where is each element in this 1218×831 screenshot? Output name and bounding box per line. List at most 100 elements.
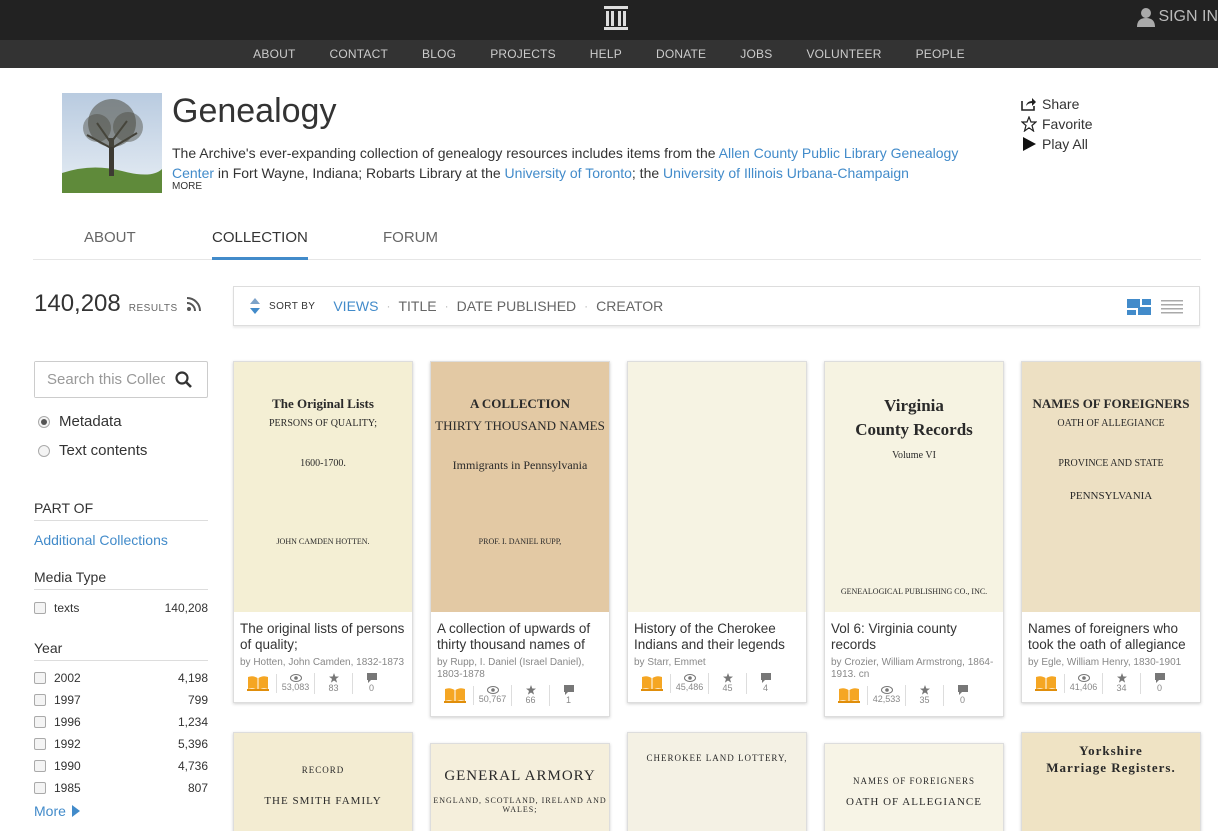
item-title[interactable]: History of the Cherokee Indians and thei… <box>628 612 806 654</box>
item-card[interactable]: The Original Lists PERSONS OF QUALITY; 160… <box>233 361 413 703</box>
nav-jobs[interactable]: JOBS <box>723 40 789 68</box>
collection-thumbnail <box>62 93 162 193</box>
item-creator: by Egle, William Henry, 1830-1901 <box>1028 657 1182 668</box>
item-cover-image[interactable]: The Original Lists PERSONS OF QUALITY; 160… <box>234 362 412 612</box>
facet-checkbox[interactable] <box>34 760 46 772</box>
facet-checkbox[interactable] <box>34 602 46 614</box>
share-label: Share <box>1042 96 1080 112</box>
radio-indicator[interactable] <box>38 444 50 457</box>
item-title[interactable]: Names of foreigners who took the oath of… <box>1022 612 1200 654</box>
more-years-link[interactable]: More <box>34 803 80 819</box>
nav-projects[interactable]: PROJECTS <box>473 40 573 68</box>
facet-checkbox[interactable] <box>34 672 46 684</box>
facet-checkbox[interactable] <box>34 738 46 750</box>
favorite-label: Favorite <box>1042 116 1093 132</box>
metadata-radio[interactable]: Metadata <box>38 413 122 430</box>
play-all-button[interactable]: Play All <box>1021 134 1093 154</box>
tab-about[interactable]: ABOUT <box>84 229 136 257</box>
facet-row[interactable]: 1990 4,736 <box>34 757 208 775</box>
item-card[interactable]: RECORD THE SMITH FAMILY <box>233 732 413 831</box>
metadata-radio-label: Metadata <box>59 413 122 430</box>
facet-row[interactable]: 1992 5,396 <box>34 735 208 753</box>
nav-blog[interactable]: BLOG <box>405 40 473 68</box>
item-cover-image[interactable] <box>628 362 806 612</box>
cover-text: PERSONS OF QUALITY; <box>269 418 377 429</box>
mediatype-texts-icon <box>634 675 670 691</box>
sort-views[interactable]: VIEWS <box>333 298 378 314</box>
item-cover-image[interactable]: Yorkshire Marriage Registers. <box>1022 733 1200 831</box>
sort-direction-icon[interactable] <box>249 297 261 315</box>
share-button[interactable]: Share <box>1021 94 1093 114</box>
sign-in-label: SIGN IN <box>1158 8 1218 25</box>
additional-collections-link[interactable]: Additional Collections <box>34 532 168 548</box>
item-cover-image[interactable]: CHEROKEE LAND LOTTERY, <box>628 733 806 831</box>
comment-icon <box>944 684 981 695</box>
facet-row[interactable]: 2002 4,198 <box>34 669 208 687</box>
item-title[interactable]: A collection of upwards of thirty thousa… <box>431 612 609 654</box>
sign-in-button[interactable]: SIGN IN <box>1136 7 1218 27</box>
nav-donate[interactable]: DONATE <box>639 40 723 68</box>
item-cover-image[interactable]: RECORD THE SMITH FAMILY <box>234 733 412 831</box>
nav-contact[interactable]: CONTACT <box>313 40 406 68</box>
item-card[interactable]: A COLLECTION THIRTY THOUSAND NAMES Immigra… <box>430 361 610 717</box>
item-card[interactable]: Yorkshire Marriage Registers. <box>1021 732 1201 831</box>
search-input[interactable] <box>35 362 165 397</box>
cover-text: 1600-1700. <box>300 458 346 469</box>
sort-date-published[interactable]: DATE PUBLISHED <box>457 298 577 314</box>
item-title[interactable]: Vol 6: Virginia county records <box>825 612 1003 654</box>
eye-icon <box>277 673 314 682</box>
item-card[interactable]: CHEROKEE LAND LOTTERY, <box>627 732 807 831</box>
rss-icon[interactable] <box>186 296 202 317</box>
illinois-link[interactable]: University of Illinois Urbana-Champaign <box>663 165 909 181</box>
collection-search <box>34 361 208 398</box>
item-stats: 41,406 34 0 <box>1022 670 1200 700</box>
toronto-link[interactable]: University of Toronto <box>505 165 632 181</box>
facet-row[interactable]: 1996 1,234 <box>34 713 208 731</box>
sort-creator[interactable]: CREATOR <box>596 298 663 314</box>
results-label: RESULTS <box>128 303 178 314</box>
favorite-button[interactable]: Favorite <box>1021 114 1093 134</box>
archive-logo-icon[interactable] <box>601 3 631 33</box>
search-icon[interactable] <box>175 371 193 389</box>
views-count: 45,486 <box>675 681 704 692</box>
tab-collection[interactable]: COLLECTION <box>212 229 308 260</box>
nav-people[interactable]: PEOPLE <box>899 40 982 68</box>
item-cover-image[interactable]: GENERAL ARMORY ENGLAND, SCOTLAND, IRELAND… <box>431 744 609 831</box>
text-contents-radio[interactable]: Text contents <box>38 442 147 459</box>
item-cover-image[interactable]: NAMES OF FOREIGNERS OATH OF ALLEGIANCE PRO… <box>1022 362 1200 612</box>
item-stats: 42,533 35 0 <box>825 682 1003 712</box>
tab-forum[interactable]: FORUM <box>383 229 438 257</box>
reviews-count: 1 <box>565 694 571 705</box>
list-view-icon[interactable] <box>1161 299 1183 315</box>
facet-row[interactable]: 1997 799 <box>34 691 208 709</box>
item-card[interactable]: GENERAL ARMORY ENGLAND, SCOTLAND, IRELAND… <box>430 743 610 831</box>
facet-checkbox[interactable] <box>34 716 46 728</box>
favorites-stat: 45 <box>708 672 746 694</box>
item-card[interactable]: Virginia County Records Volume VI GENEALOGI… <box>824 361 1004 717</box>
item-card[interactable]: NAMES OF FOREIGNERS OATH OF ALLEGIANCE <box>824 743 1004 831</box>
sort-title[interactable]: TITLE <box>398 298 436 314</box>
mediatype-texts-icon <box>831 687 867 703</box>
nav-help[interactable]: HELP <box>573 40 639 68</box>
facet-row[interactable]: 1985 807 <box>34 779 208 797</box>
eye-icon <box>671 673 708 682</box>
item-card[interactable]: History of the Cherokee Indians and thei… <box>627 361 807 703</box>
cover-text: Virginia <box>884 396 944 415</box>
item-stats: 50,767 66 1 <box>431 682 609 712</box>
nav-about[interactable]: ABOUT <box>236 40 312 68</box>
facet-checkbox[interactable] <box>34 782 46 794</box>
more-description-link[interactable]: MORE <box>172 181 202 192</box>
facet-row[interactable]: texts 140,208 <box>34 599 208 617</box>
item-title[interactable]: The original lists of persons of quality… <box>234 612 412 654</box>
comment-icon <box>550 684 587 695</box>
item-cover-image[interactable]: A COLLECTION THIRTY THOUSAND NAMES Immigra… <box>431 362 609 612</box>
item-cover-image[interactable]: NAMES OF FOREIGNERS OATH OF ALLEGIANCE <box>825 744 1003 831</box>
nav-volunteer[interactable]: VOLUNTEER <box>789 40 898 68</box>
facet-checkbox[interactable] <box>34 694 46 706</box>
radio-selected-indicator[interactable] <box>38 415 50 428</box>
item-card[interactable]: NAMES OF FOREIGNERS OATH OF ALLEGIANCE PRO… <box>1021 361 1201 703</box>
cover-text: JOHN CAMDEN HOTTEN. <box>276 537 370 546</box>
tile-view-icon[interactable] <box>1127 299 1151 315</box>
item-cover-image[interactable]: Virginia County Records Volume VI GENEALOGI… <box>825 362 1003 612</box>
description-text: The Archive's ever-expanding collection … <box>172 145 719 161</box>
